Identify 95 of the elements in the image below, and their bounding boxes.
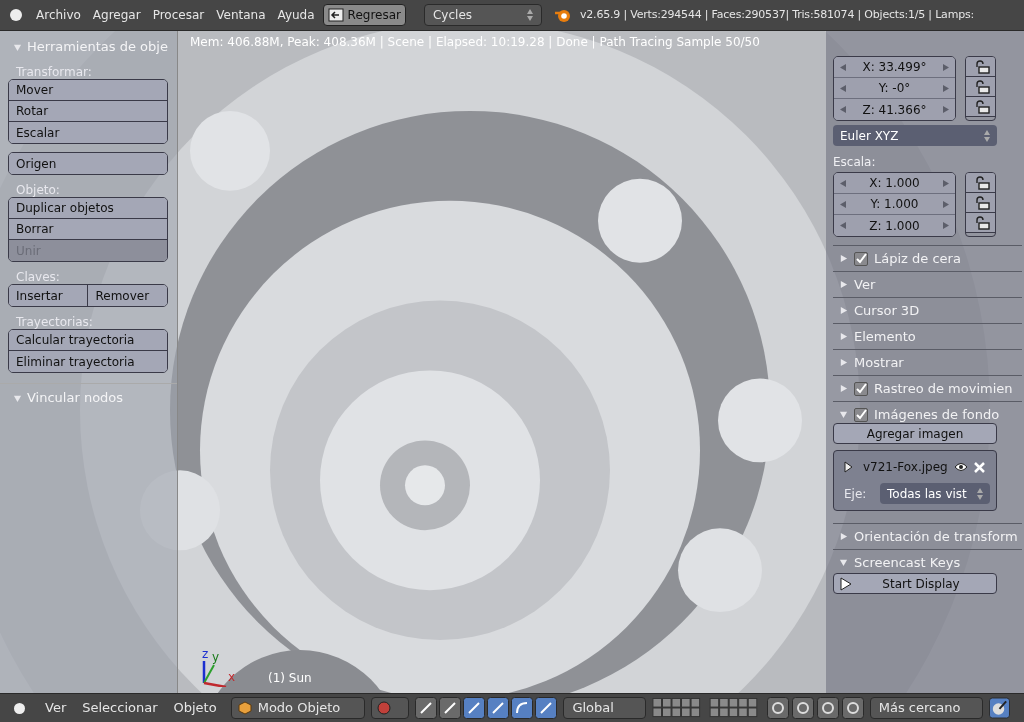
menu-item[interactable]: Ver xyxy=(45,698,67,718)
scale-field[interactable]: Y: 1.000 xyxy=(834,194,955,215)
rotation-field[interactable]: Z: 41.366° xyxy=(834,99,955,120)
eye-icon[interactable] xyxy=(953,462,968,472)
padlock-icon xyxy=(973,215,990,230)
axis-dropdown[interactable]: Todas las vist xyxy=(880,483,990,504)
tool-button[interactable]: Borrar xyxy=(9,219,167,240)
tool-button[interactable]: Escalar xyxy=(9,122,167,143)
right-arrow-icon[interactable] xyxy=(943,200,949,208)
sphere-icon xyxy=(376,701,391,715)
lock-button[interactable] xyxy=(966,193,995,213)
collapsed-triangle-icon[interactable] xyxy=(839,332,848,341)
lock-button[interactable] xyxy=(966,173,995,193)
collapsed-triangle-icon[interactable] xyxy=(839,384,848,393)
section-label: Trayectorias: xyxy=(15,314,94,329)
brush-icon[interactable] xyxy=(989,697,1010,719)
section-label: Transformar: xyxy=(15,64,93,79)
menu-item[interactable]: Agregar xyxy=(92,6,141,24)
image-name: v721-Fox.jpeg xyxy=(863,459,948,476)
lock-button[interactable] xyxy=(966,77,995,97)
menu-item[interactable]: Objeto xyxy=(173,698,217,718)
left-arrow-icon[interactable] xyxy=(840,200,846,208)
collapsed-triangle-icon[interactable] xyxy=(839,280,848,289)
collapsed-triangle-icon[interactable] xyxy=(839,254,848,263)
left-arrow-icon[interactable] xyxy=(840,222,846,229)
start-display-button[interactable]: Start Display xyxy=(833,573,997,594)
right-arrow-icon[interactable] xyxy=(943,84,949,92)
right-arrow-icon[interactable] xyxy=(943,106,949,113)
padlock-icon xyxy=(973,195,990,210)
snap-target-dropdown[interactable]: Más cercano xyxy=(869,697,984,719)
field-label: Eje: xyxy=(843,485,867,503)
orientation-dropdown[interactable]: Global xyxy=(563,697,647,719)
play-triangle-icon[interactable] xyxy=(844,461,853,473)
scene-stats: v2.65.9 | Verts:294544 | Faces:290537| Tris:581074 | Objects:1/5 | Lamps: xyxy=(580,6,974,23)
menu-item[interactable]: Ventana xyxy=(216,6,266,24)
tool-button[interactable]: Origen xyxy=(9,153,167,174)
back-button[interactable]: Regresar xyxy=(322,4,406,26)
render-engine-dropdown[interactable]: Cycles xyxy=(424,4,542,26)
menu-toggle-icon[interactable] xyxy=(10,9,22,21)
rotation-field[interactable]: Y: -0° xyxy=(834,78,955,99)
lock-button[interactable] xyxy=(966,97,995,117)
expanded-triangle-icon[interactable] xyxy=(839,410,848,419)
collapsed-triangle-icon[interactable] xyxy=(839,532,848,541)
scale-field[interactable]: Z: 1.000 xyxy=(834,215,955,236)
expanded-triangle-icon[interactable] xyxy=(839,558,848,567)
right-arrow-icon[interactable] xyxy=(943,222,949,229)
tool-button[interactable]: Mover xyxy=(9,80,167,101)
left-arrow-icon[interactable] xyxy=(840,63,846,71)
checkmark-icon xyxy=(855,383,867,394)
lock-button[interactable] xyxy=(966,57,995,77)
close-icon[interactable] xyxy=(973,461,985,473)
tool-button[interactable]: Insertar xyxy=(9,285,89,306)
add-image-button[interactable]: Agregar imagen xyxy=(833,423,997,444)
rotate-arc-icon[interactable] xyxy=(511,697,534,719)
collapsed-triangle-icon[interactable] xyxy=(839,358,848,367)
tool-button[interactable]: Duplicar objetos xyxy=(9,198,167,219)
play-icon xyxy=(840,576,852,591)
menu-toggle-icon[interactable] xyxy=(14,702,25,714)
section-label: Objeto: xyxy=(15,182,61,197)
menu-item[interactable]: Ayuda xyxy=(277,6,315,24)
tool-button[interactable]: Calcular trayectoria xyxy=(9,330,167,351)
padlock-icon xyxy=(973,175,990,190)
mode-dropdown[interactable]: Modo Objeto xyxy=(230,697,365,719)
tool-button[interactable]: Rotar xyxy=(9,101,167,122)
padlock-icon xyxy=(973,99,990,114)
tool-button[interactable]: Eliminar trayectoria xyxy=(9,351,167,372)
rotation-mode-dropdown[interactable]: Euler XYZ xyxy=(833,125,997,146)
lock-button[interactable] xyxy=(966,213,995,233)
up-down-arrows-icon xyxy=(977,487,983,500)
left-arrow-icon[interactable] xyxy=(840,84,846,92)
padlock-icon xyxy=(973,59,990,74)
section-label: Claves: xyxy=(15,269,61,284)
checkmark-icon xyxy=(855,253,867,264)
object-label: (1) Sun xyxy=(268,670,312,687)
logo-icon xyxy=(554,7,572,23)
padlock-icon xyxy=(973,79,990,94)
menu-item[interactable]: Procesar xyxy=(152,6,205,24)
shading-dropdown[interactable] xyxy=(370,697,410,719)
menu-item[interactable]: Seleccionar xyxy=(82,698,158,718)
axis-gizmo-drawing: z y x xyxy=(200,647,248,687)
left-arrow-icon[interactable] xyxy=(840,179,846,187)
right-arrow-icon[interactable] xyxy=(943,179,949,187)
section-label: Escala: xyxy=(833,154,877,169)
scale-field[interactable]: X: 1.000 xyxy=(834,173,955,194)
menu-item[interactable]: Archivo xyxy=(36,6,81,24)
ring-icon[interactable] xyxy=(791,697,814,719)
cube-icon xyxy=(237,701,252,715)
up-down-arrows-icon xyxy=(984,129,990,142)
rotation-field[interactable]: X: 33.499° xyxy=(834,57,955,78)
left-arrow-icon[interactable] xyxy=(840,106,846,113)
tool-button[interactable]: Remover xyxy=(88,285,167,306)
collapsed-triangle-icon[interactable] xyxy=(839,306,848,315)
up-down-arrows-icon xyxy=(527,9,533,21)
checkmark-icon xyxy=(855,409,867,420)
right-arrow-icon[interactable] xyxy=(943,63,949,71)
